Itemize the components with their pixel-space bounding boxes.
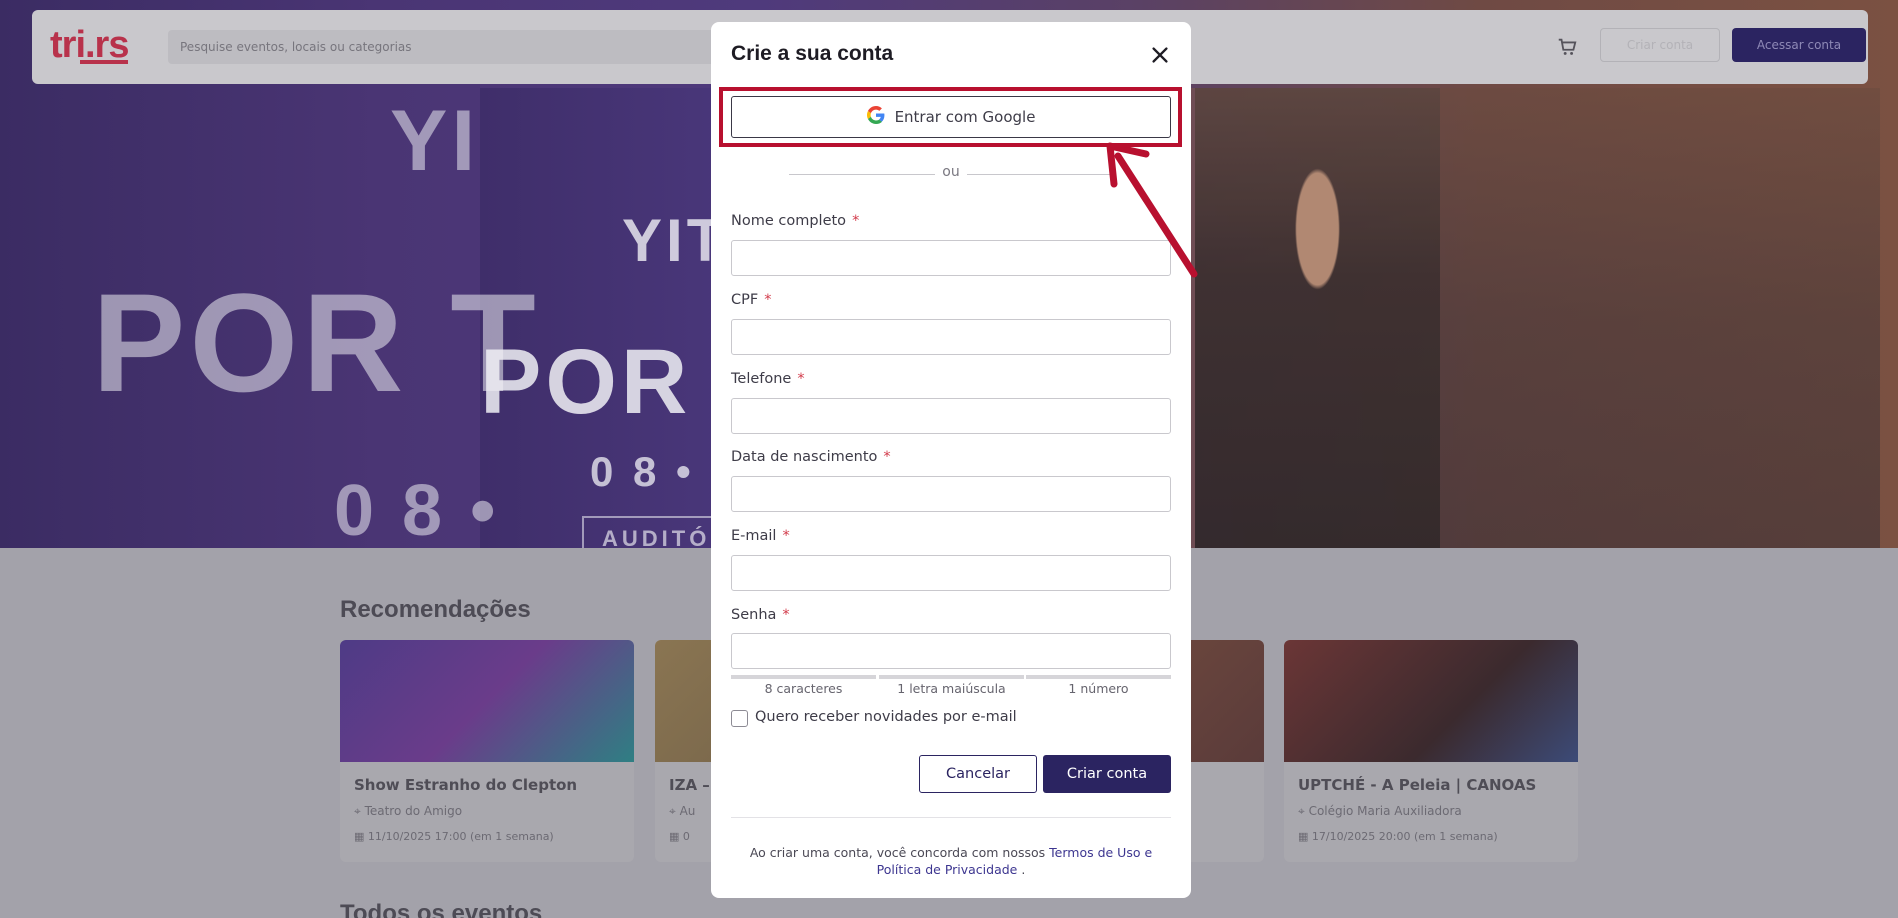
field-label-telefone: Telefone * xyxy=(731,371,805,387)
annotation-arrow-icon xyxy=(1106,142,1198,278)
event-date-text: 17/10/2025 20:00 xyxy=(1311,830,1411,843)
event-place: ⌖ Teatro do Amigo xyxy=(354,804,463,818)
all-events-title: Todos os eventos xyxy=(340,900,543,918)
close-icon[interactable] xyxy=(1147,42,1173,68)
event-place-text: Teatro do Amigo xyxy=(364,804,463,818)
event-thumbnail xyxy=(340,640,634,762)
field-label-text: Telefone xyxy=(731,371,792,387)
google-login-button[interactable]: Entrar com Google xyxy=(731,96,1171,138)
password-rule-bar xyxy=(879,675,1024,679)
event-card[interactable]: Show Estranho do Clepton ⌖ Teatro do Ami… xyxy=(340,640,634,862)
field-label-text: Nome completo xyxy=(731,213,847,229)
event-title: IZA – xyxy=(669,776,710,794)
hero-artist-photo xyxy=(1195,88,1440,558)
event-date: ▦ 17/10/2025 20:00 (em 1 semana) xyxy=(1298,830,1498,843)
hero-text-line2: POR T xyxy=(92,264,540,421)
logo-underline xyxy=(80,60,128,64)
terms-prefix: Ao criar uma conta, você concorda com no… xyxy=(749,845,1046,860)
cpf-input[interactable] xyxy=(731,319,1171,355)
hero-artist-photo-right xyxy=(1440,88,1880,548)
modal-footer-divider xyxy=(731,817,1171,818)
required-marker: * xyxy=(883,449,891,465)
event-date-text: 0 xyxy=(682,830,690,843)
event-card[interactable]: UPTCHÉ - A Peleia | CANOAS ⌖ Colégio Mar… xyxy=(1284,640,1578,862)
field-label-nome: Nome completo * xyxy=(731,213,859,229)
google-icon xyxy=(866,106,885,128)
acessar-conta-button[interactable]: Acessar conta xyxy=(1732,28,1866,62)
event-date: ▦ 0 xyxy=(669,830,690,843)
data-nascimento-input[interactable] xyxy=(731,476,1171,512)
field-label-senha: Senha * xyxy=(731,607,790,623)
email-input[interactable] xyxy=(731,555,1171,591)
senha-input[interactable] xyxy=(731,633,1171,669)
recommendations-title: Recomendações xyxy=(340,596,531,623)
terms-suffix: . xyxy=(1021,862,1026,877)
hero-text-line1: YI xyxy=(390,93,480,189)
required-marker: * xyxy=(764,292,772,308)
password-rule-uppercase: 1 letra maiúscula xyxy=(897,681,1006,696)
required-marker: * xyxy=(782,607,790,623)
password-rule-length: 8 caracteres xyxy=(764,681,843,696)
terms-text: Ao criar uma conta, você concorda com no… xyxy=(731,844,1171,878)
field-label-cpf: CPF * xyxy=(731,292,771,308)
required-marker: * xyxy=(782,528,790,544)
field-label-nascimento: Data de nascimento * xyxy=(731,449,891,465)
event-date-suffix: (em 1 semana) xyxy=(470,830,554,843)
criar-conta-header-button[interactable]: Criar conta xyxy=(1600,28,1720,62)
event-place-text: Colégio Maria Auxiliadora xyxy=(1308,804,1462,818)
event-date-text: 11/10/2025 17:00 xyxy=(367,830,467,843)
required-marker: * xyxy=(852,213,860,229)
password-rule-number: 1 número xyxy=(1068,681,1129,696)
cart-icon[interactable] xyxy=(1556,36,1578,58)
search-input[interactable]: Pesquise eventos, locais ou categorias xyxy=(168,30,738,64)
cancel-button[interactable]: Cancelar xyxy=(919,755,1037,793)
event-thumbnail xyxy=(1284,640,1578,762)
event-place-text: Au xyxy=(679,804,696,818)
modal-title: Crie a sua conta xyxy=(731,42,894,65)
password-rule-bar xyxy=(731,675,876,679)
event-place: ⌖ Au xyxy=(669,804,696,818)
field-label-text: E-mail xyxy=(731,528,777,544)
google-button-label: Entrar com Google xyxy=(894,108,1036,126)
required-marker: * xyxy=(797,371,805,387)
field-label-email: E-mail * xyxy=(731,528,790,544)
event-date: ▦ 11/10/2025 17:00 (em 1 semana) xyxy=(354,830,554,843)
field-label-text: Senha xyxy=(731,607,777,623)
field-label-text: CPF xyxy=(731,292,759,308)
event-date-suffix: (em 1 semana) xyxy=(1414,830,1498,843)
event-title: Show Estranho do Clepton xyxy=(354,776,578,794)
event-place: ⌖ Colégio Maria Auxiliadora xyxy=(1298,804,1462,818)
newsletter-checkbox[interactable] xyxy=(731,710,748,727)
event-title: UPTCHÉ - A Peleia | CANOAS xyxy=(1298,776,1537,794)
hero-text-line3: 0 8 • xyxy=(334,471,500,551)
create-account-button[interactable]: Criar conta xyxy=(1043,755,1171,793)
field-label-text: Data de nascimento xyxy=(731,449,878,465)
password-rule-bar xyxy=(1026,675,1171,679)
telefone-input[interactable] xyxy=(731,398,1171,434)
newsletter-label[interactable]: Quero receber novidades por e-mail xyxy=(755,709,1017,725)
